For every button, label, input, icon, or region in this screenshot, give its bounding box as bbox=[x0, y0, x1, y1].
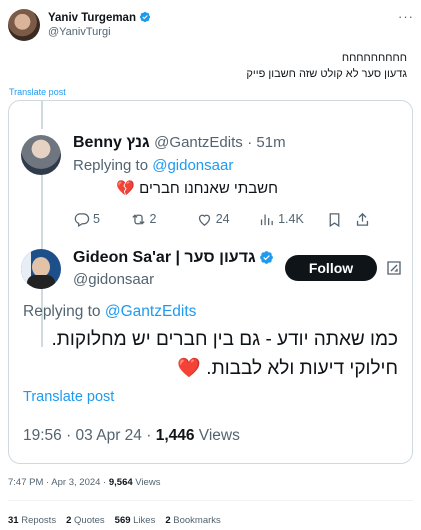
engagement-stats: 31 Reposts 2 Quotes 569 Likes 2 Bookmark… bbox=[8, 515, 221, 526]
divider bbox=[8, 500, 413, 501]
follow-button[interactable]: Follow bbox=[285, 255, 377, 281]
verified-badge-icon bbox=[139, 11, 151, 23]
main-text-line-1: כמו שאתה יודע - גם בין חברים יש מחלוקות. bbox=[51, 329, 398, 350]
quotes-count: 2 bbox=[66, 515, 72, 526]
broken-heart-emoji: 💔 bbox=[116, 180, 135, 197]
main-text-line-2: חילוקי דיעות ולא לבבות. ❤️ bbox=[177, 356, 398, 380]
reply-count: 5 bbox=[93, 212, 100, 226]
repost-count: 2 bbox=[149, 212, 157, 226]
replying-to-link[interactable]: @gidonsaar bbox=[152, 157, 233, 174]
reply-time[interactable]: · 51m bbox=[247, 134, 285, 151]
bookmarks-stat[interactable]: 2 Bookmarks bbox=[165, 515, 220, 526]
heart-icon bbox=[198, 214, 210, 226]
like-button[interactable]: 24 bbox=[196, 211, 258, 228]
replying-to-line: Replying to @gidonsaar bbox=[73, 157, 233, 174]
bookmarks-label: Bookmarks bbox=[173, 515, 221, 526]
avatar[interactable] bbox=[21, 249, 61, 289]
post-text-line-2: גדעון סער לא קולט שזה חשבון פייק bbox=[246, 68, 407, 80]
verified-badge-icon bbox=[259, 251, 273, 264]
translate-post-link[interactable]: Translate post bbox=[9, 87, 66, 97]
main-post-views-count: 1,446 bbox=[155, 427, 195, 444]
bookmark-icon bbox=[329, 212, 340, 227]
share-icon bbox=[356, 212, 368, 226]
avatar[interactable] bbox=[21, 135, 61, 175]
reply-icon bbox=[74, 212, 90, 227]
reply-author-handle[interactable]: @GantzEdits bbox=[154, 134, 243, 151]
quoted-thread-card[interactable]: Benny גנץ @GantzEdits · 51m Replying to … bbox=[8, 100, 413, 464]
quotes-stat[interactable]: 2 Quotes bbox=[66, 515, 105, 526]
reposts-stat[interactable]: 31 Reposts bbox=[8, 515, 56, 526]
reply-author-line: Benny גנץ @GantzEdits · 51m bbox=[73, 134, 286, 152]
reply-action-bar: 5 2 24 1.4K bbox=[73, 209, 373, 229]
avatar[interactable] bbox=[8, 9, 40, 41]
reposts-count: 31 bbox=[8, 515, 19, 526]
avatar-body bbox=[27, 275, 55, 289]
post-views-count: 9,564 bbox=[108, 477, 133, 488]
replying-prefix: Replying to bbox=[23, 303, 101, 320]
post-text-line-1: חחחחחחחחח bbox=[341, 52, 407, 64]
main-author-name-text: Gideon Sa'ar | גדעון סער bbox=[73, 249, 256, 266]
grok-icon[interactable] bbox=[385, 259, 403, 277]
replying-to-link[interactable]: @GantzEdits bbox=[105, 303, 197, 320]
repost-icon bbox=[131, 213, 145, 225]
post-author-handle[interactable]: @YanivTurgi bbox=[48, 26, 111, 38]
reply-button[interactable]: 5 bbox=[73, 211, 130, 228]
reply-text: חשבתי שאנחנו חברים 💔 bbox=[116, 179, 278, 197]
post-author-name[interactable]: Yaniv Turgeman bbox=[48, 11, 151, 24]
main-post-views-label: Views bbox=[194, 427, 240, 444]
red-heart-emoji: ❤️ bbox=[177, 358, 202, 379]
main-author-handle[interactable]: @gidonsaar bbox=[73, 271, 154, 288]
quotes-label: Quotes bbox=[74, 515, 105, 526]
replying-to-line: Replying to @GantzEdits bbox=[23, 303, 196, 321]
views-count: 1.4K bbox=[278, 212, 304, 226]
main-text-line-2-body: חילוקי דיעות ולא לבבות. bbox=[206, 358, 398, 379]
replying-prefix: Replying to bbox=[73, 157, 149, 174]
like-count: 24 bbox=[215, 212, 230, 226]
thread-connector bbox=[41, 101, 43, 129]
likes-stat[interactable]: 569 Likes bbox=[115, 515, 156, 526]
reply-author-name[interactable]: Benny גנץ bbox=[73, 134, 150, 151]
views-button[interactable]: 1.4K bbox=[258, 211, 326, 228]
bookmark-button[interactable] bbox=[326, 211, 353, 228]
likes-label: Likes bbox=[133, 515, 156, 526]
share-button[interactable] bbox=[354, 211, 373, 228]
post-meta: 7:47 PM · Apr 3, 2024 · 9,564 Views bbox=[8, 477, 160, 488]
author-name-text: Yaniv Turgeman bbox=[48, 12, 136, 24]
main-author-name[interactable]: Gideon Sa'ar | גדעון סער bbox=[73, 249, 274, 267]
avatar-face bbox=[32, 257, 50, 277]
likes-count: 569 bbox=[114, 515, 131, 526]
main-post-meta: 19:56 · 03 Apr 24 · 1,446 Views bbox=[23, 427, 240, 445]
reposts-label: Reposts bbox=[21, 515, 57, 526]
more-options-icon[interactable]: ··· bbox=[398, 9, 414, 24]
reply-text-body: חשבתי שאנחנו חברים bbox=[139, 180, 278, 197]
post-timestamp[interactable]: 7:47 PM · Apr 3, 2024 · bbox=[8, 477, 109, 488]
translate-post-link[interactable]: Translate post bbox=[23, 389, 114, 405]
main-post-timestamp[interactable]: 19:56 · 03 Apr 24 · bbox=[23, 427, 156, 444]
repost-button[interactable]: 2 bbox=[130, 211, 196, 228]
analytics-icon bbox=[260, 214, 273, 225]
bookmarks-count: 2 bbox=[165, 515, 171, 526]
post-views-label: Views bbox=[132, 477, 161, 488]
